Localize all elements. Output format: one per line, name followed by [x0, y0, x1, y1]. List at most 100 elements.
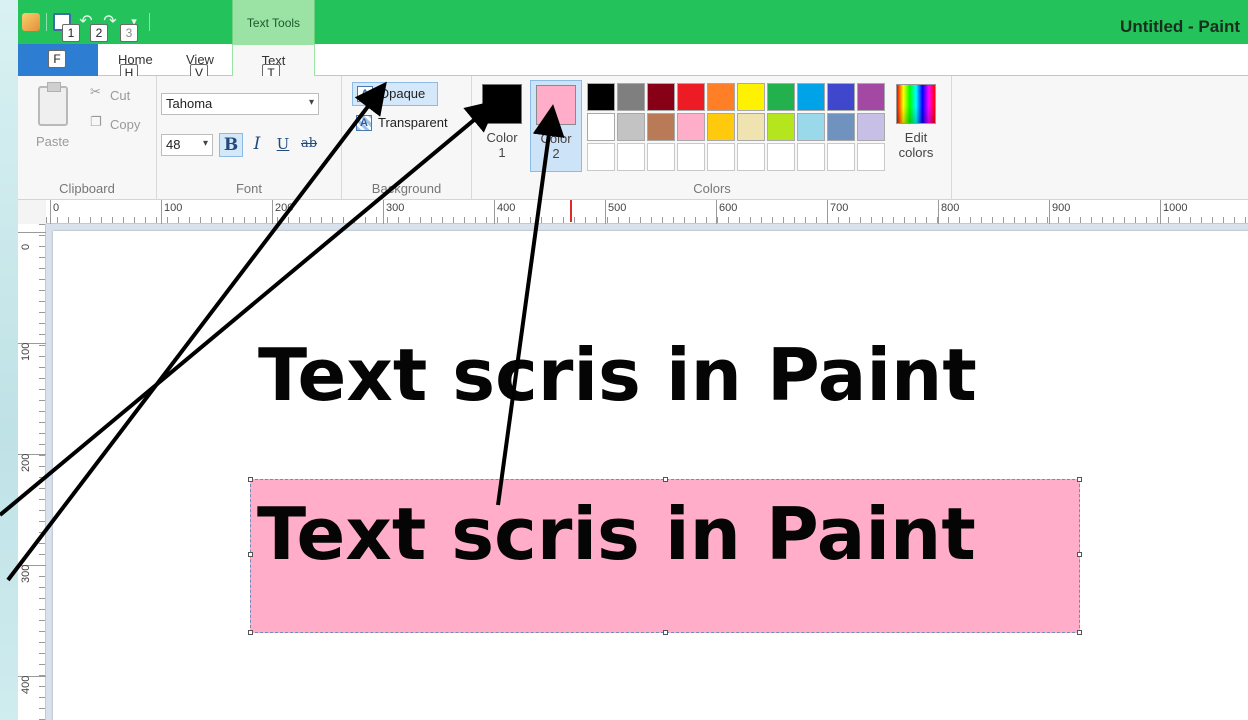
resize-handle-top-right[interactable] — [1077, 477, 1082, 482]
palette-color-swatch[interactable] — [677, 83, 705, 111]
palette-color-swatch[interactable] — [767, 83, 795, 111]
palette-color-swatch[interactable] — [587, 113, 615, 141]
ruler-label: 800 — [941, 202, 960, 214]
resize-handle-bottom-right[interactable] — [1077, 630, 1082, 635]
drawing-canvas[interactable]: Text scris in Paint Text scris in Paint — [53, 231, 1248, 720]
resize-handle-left[interactable] — [248, 552, 253, 557]
copy-icon: ❐ — [90, 114, 102, 129]
ruler-label: 100 — [20, 342, 32, 361]
strikethrough-button[interactable]: ab — [297, 133, 321, 157]
palette-color-swatch[interactable] — [857, 83, 885, 111]
custom-color-slot[interactable] — [737, 143, 765, 171]
font-family-value: Tahoma — [166, 96, 213, 111]
palette-color-swatch[interactable] — [737, 83, 765, 111]
transparent-option[interactable]: A Transparent — [352, 112, 464, 136]
copy-button[interactable]: Copy — [110, 117, 140, 132]
edit-colors-button[interactable]: Edit colors — [890, 84, 942, 160]
resize-handle-bottom[interactable] — [663, 630, 668, 635]
font-group-label: Font — [235, 181, 262, 196]
ruler-major-tick — [1049, 200, 1050, 224]
palette-color-swatch[interactable] — [737, 113, 765, 141]
paste-button[interactable]: Paste — [36, 134, 69, 149]
underline-button[interactable]: U — [271, 133, 295, 157]
qat-separator — [46, 13, 47, 31]
ruler-label: 300 — [386, 202, 405, 214]
resize-handle-top-left[interactable] — [248, 477, 253, 482]
color-1-number: 1 — [498, 145, 506, 160]
paint-app-icon[interactable] — [22, 13, 40, 31]
ruler-label: 100 — [164, 202, 183, 214]
palette-color-swatch[interactable] — [647, 113, 675, 141]
keytip-qat-3: 3 — [120, 24, 138, 42]
ruler-label: 400 — [20, 675, 32, 694]
color-2-number: 2 — [552, 146, 560, 161]
custom-color-slot[interactable] — [707, 143, 735, 171]
edit-colors-label-2: colors — [898, 145, 934, 160]
ribbon-tabs: F Home H View V Text T — [18, 44, 1248, 82]
palette-color-swatch[interactable] — [617, 83, 645, 111]
palette-color-swatch[interactable] — [707, 113, 735, 141]
color-palette — [586, 82, 886, 172]
ruler-label: 600 — [719, 202, 738, 214]
custom-color-slot[interactable] — [767, 143, 795, 171]
custom-color-slot[interactable] — [677, 143, 705, 171]
ruler-ticks — [46, 217, 1248, 223]
resize-handle-right[interactable] — [1077, 552, 1082, 557]
custom-color-slot[interactable] — [797, 143, 825, 171]
painted-text-line-1: Text scris in Paint — [258, 333, 977, 417]
custom-color-slot[interactable] — [647, 143, 675, 171]
custom-color-slot[interactable] — [617, 143, 645, 171]
text-box-content[interactable]: Text scris in Paint — [257, 492, 976, 576]
bold-button[interactable]: B — [219, 133, 243, 157]
color-1-swatch — [482, 84, 522, 124]
italic-button[interactable]: I — [245, 133, 269, 157]
opaque-option[interactable]: A Opaque — [352, 82, 438, 106]
custom-color-slot[interactable] — [857, 143, 885, 171]
palette-color-swatch[interactable] — [797, 83, 825, 111]
palette-color-swatch[interactable] — [797, 113, 825, 141]
ruler-label: 0 — [20, 243, 32, 250]
font-size-select[interactable]: 48 ▾ — [161, 134, 213, 156]
ribbon: Paste ✂ Cut ❐ Copy Clipboard Tahoma ▾ 48… — [18, 76, 1248, 200]
ruler-major-tick — [494, 200, 495, 224]
custom-color-slot[interactable] — [827, 143, 855, 171]
ruler-major-tick — [383, 200, 384, 224]
palette-color-swatch[interactable] — [617, 113, 645, 141]
paste-icon — [38, 82, 68, 126]
palette-color-swatch[interactable] — [707, 83, 735, 111]
color-1-button[interactable]: Color 1 — [476, 80, 528, 172]
palette-color-swatch[interactable] — [827, 113, 855, 141]
text-selection-box[interactable]: Text scris in Paint — [248, 477, 1082, 635]
palette-color-swatch[interactable] — [677, 113, 705, 141]
resize-handle-bottom-left[interactable] — [248, 630, 253, 635]
font-family-select[interactable]: Tahoma ▾ — [161, 93, 319, 115]
ruler-label: 500 — [608, 202, 627, 214]
resize-handle-top[interactable] — [663, 477, 668, 482]
color-1-label: Color — [486, 130, 518, 145]
edit-colors-label: Edit — [904, 130, 928, 145]
transparent-icon: A — [356, 115, 372, 131]
ruler-major-tick — [605, 200, 606, 224]
color-2-label: Color — [540, 131, 572, 146]
opaque-icon: A — [357, 86, 373, 102]
palette-color-swatch[interactable] — [587, 83, 615, 111]
colors-group-label: Colors — [693, 181, 731, 196]
cut-button[interactable]: Cut — [110, 88, 130, 103]
palette-color-swatch[interactable] — [857, 113, 885, 141]
keytip-qat-2: 2 — [90, 24, 108, 42]
color-2-swatch — [536, 85, 576, 125]
custom-color-slot[interactable] — [587, 143, 615, 171]
ruler-cursor-marker — [570, 200, 572, 222]
text-tools-context-group: Text Tools — [232, 0, 315, 44]
ruler-major-tick — [716, 200, 717, 224]
palette-color-swatch[interactable] — [767, 113, 795, 141]
palette-color-swatch[interactable] — [827, 83, 855, 111]
canvas-workspace: Text scris in Paint Text scris in Paint — [46, 224, 1248, 720]
context-group-label: Text Tools — [246, 16, 301, 30]
color-2-button[interactable]: Color 2 — [530, 80, 582, 172]
palette-color-swatch[interactable] — [647, 83, 675, 111]
ruler-major-tick — [50, 200, 51, 224]
ruler-label: 200 — [275, 202, 294, 214]
ruler-major-tick — [272, 200, 273, 224]
paint-window: ↶ ↷ ▾ 1 2 3 Text Tools Untitled - Paint … — [18, 0, 1248, 720]
